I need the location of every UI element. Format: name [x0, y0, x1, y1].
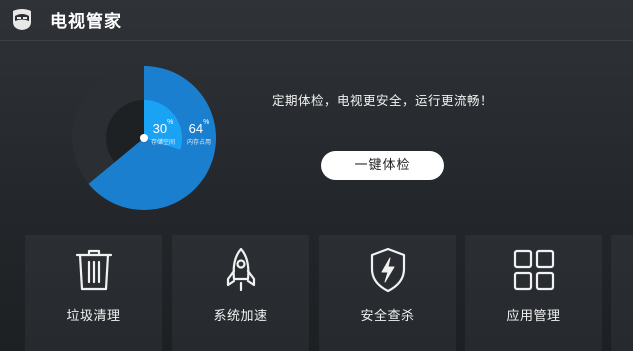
header-divider — [0, 40, 633, 41]
tile-junk-clean-label: 垃圾清理 — [66, 309, 121, 324]
memory-label: 内存占用 — [187, 140, 212, 146]
storage-label: 存储空间 — [151, 140, 176, 146]
storage-percent: 30 — [152, 121, 168, 136]
shield-lightning-icon — [370, 247, 406, 293]
app-header: 电视管家 — [0, 0, 633, 38]
memory-readout: 64% 内存占用 — [187, 119, 212, 146]
tile-system-speedup[interactable]: 系统加速 — [172, 235, 309, 351]
checkup-tagline: 定期体检，电视更安全，运行更流畅！ — [272, 93, 494, 108]
tile-security-scan[interactable]: 安全查杀 — [319, 235, 456, 351]
storage-readout: 30% 存储空间 — [151, 119, 176, 146]
app-grid-icon — [513, 249, 555, 291]
tile-app-management-label: 应用管理 — [506, 309, 561, 324]
one-click-checkup-button[interactable]: 一键体检 — [321, 151, 444, 180]
rocket-icon — [226, 247, 256, 292]
usage-gauge: 30% 存储空间 64% 内存占用 — [72, 66, 217, 210]
trash-icon — [75, 249, 113, 291]
tile-app-management[interactable]: 应用管理 — [465, 235, 602, 351]
tile-junk-clean[interactable]: 垃圾清理 — [25, 235, 162, 351]
gauge-center-dot — [140, 134, 148, 142]
tile-next-partial[interactable] — [611, 235, 633, 351]
tile-security-scan-label: 安全查杀 — [360, 309, 415, 324]
memory-percent: 64 — [188, 121, 204, 136]
app-title: 电视管家 — [50, 12, 122, 32]
tile-system-speedup-label: 系统加速 — [213, 309, 268, 324]
tv-butler-logo-icon — [13, 9, 31, 30]
